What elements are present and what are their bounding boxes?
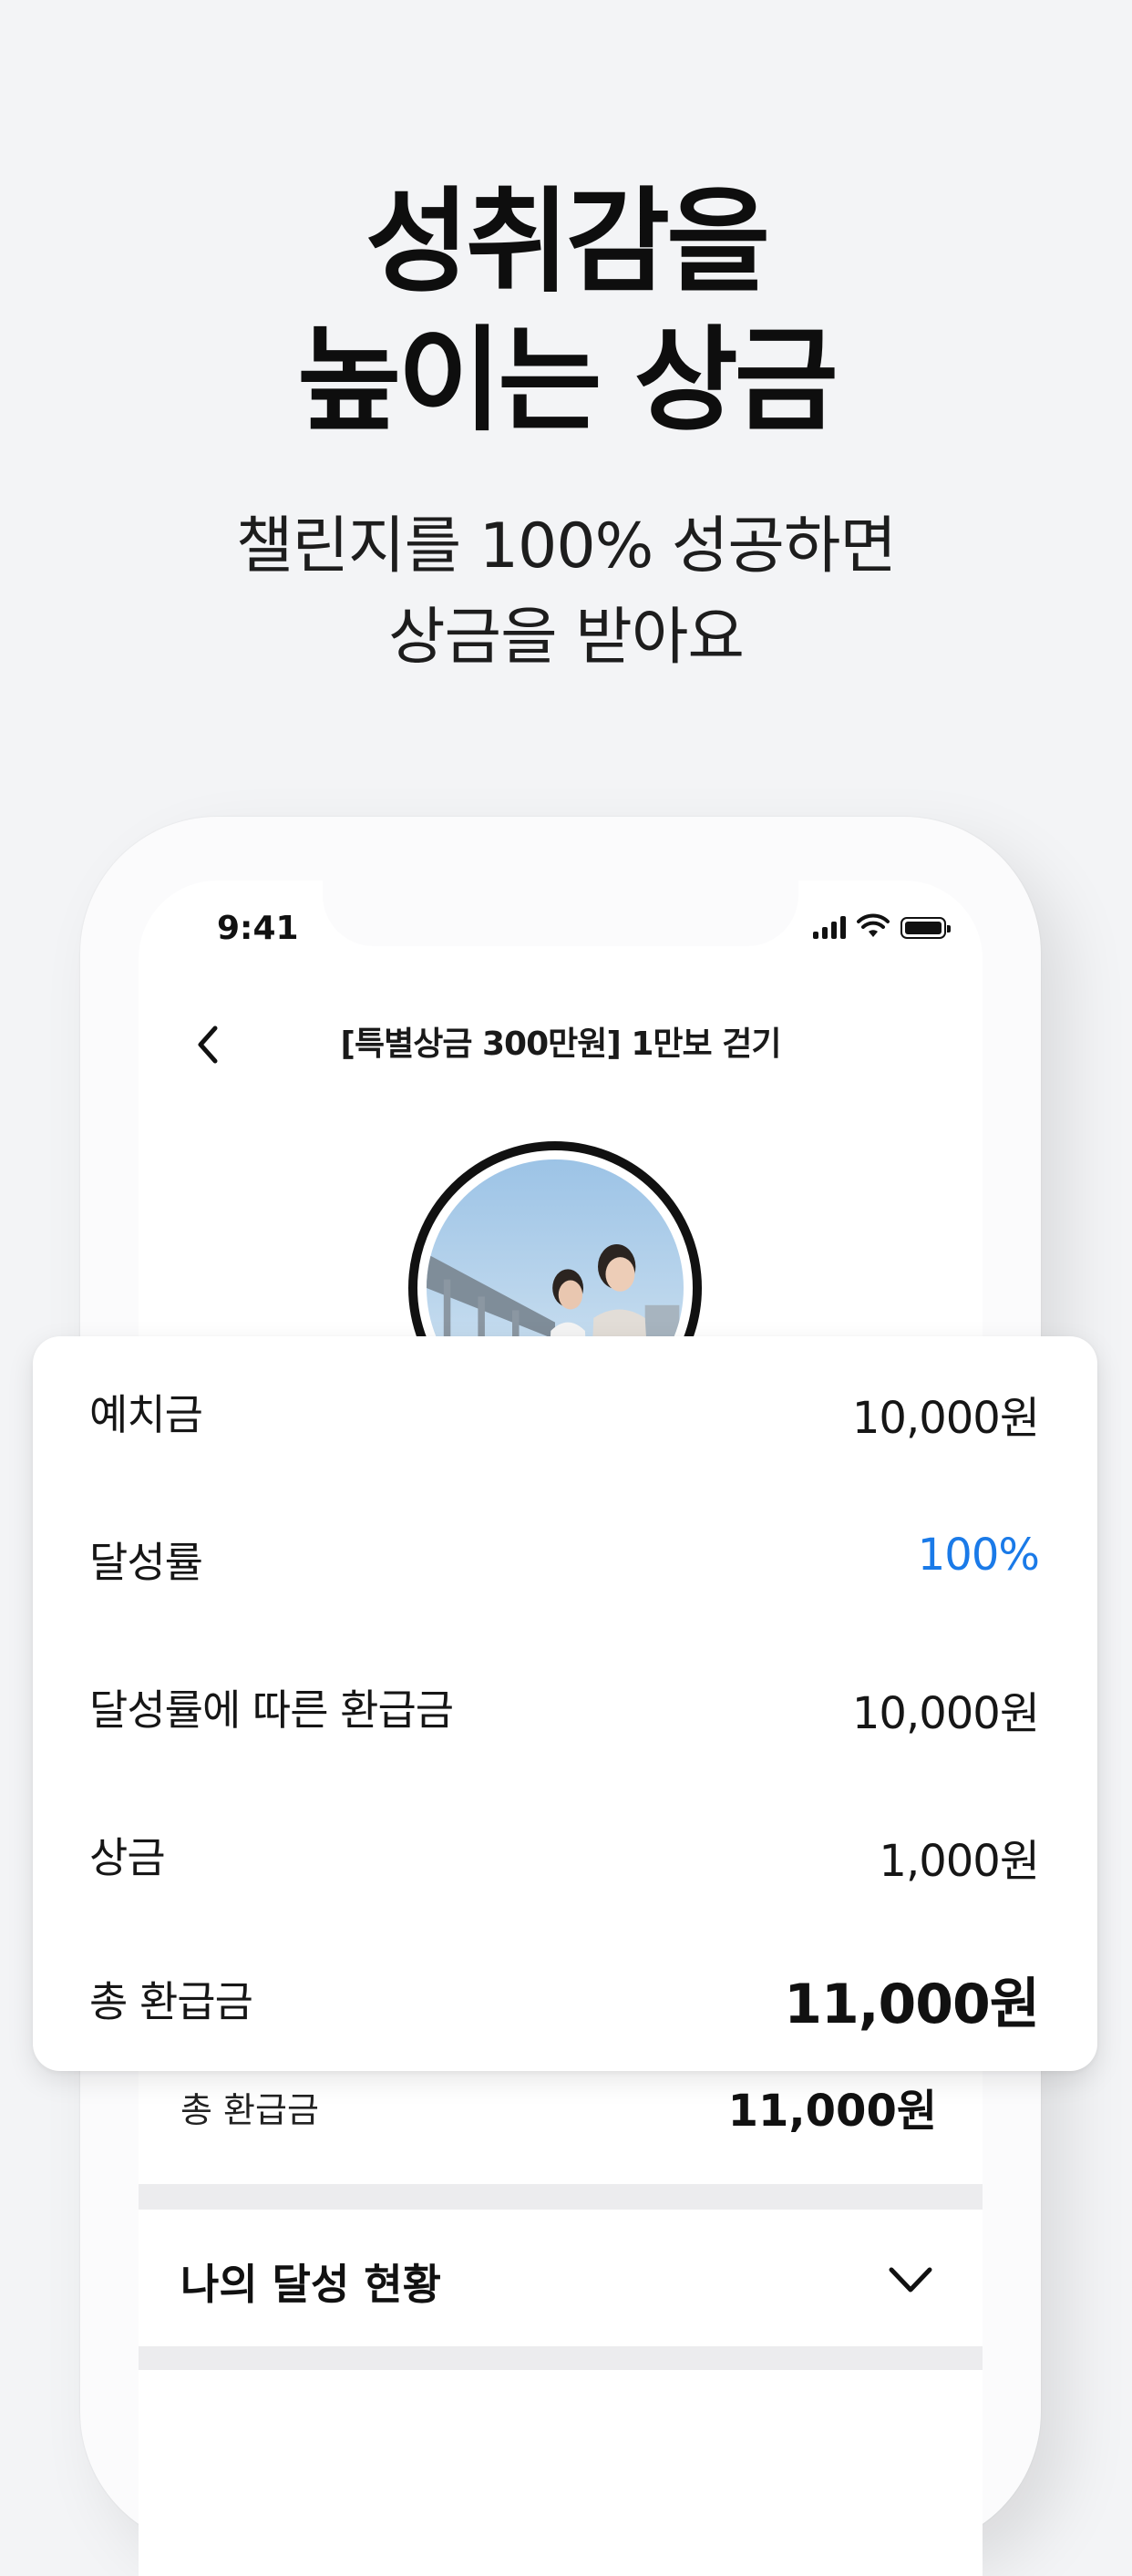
prize-value: 1,000원 (879, 1836, 1040, 1887)
chevron-down-icon[interactable] (884, 2253, 937, 2306)
my-status-label: 나의 달성 현황 (180, 2260, 441, 2309)
subline-line-1: 챌린지를 100% 성공하면 (235, 510, 897, 582)
achievement-rate-row: 달성률 100% (33, 1484, 1097, 1632)
status-time: 9:41 (217, 910, 299, 947)
prize-label: 상금 (89, 1833, 166, 1882)
phone-notch (323, 881, 798, 946)
section-divider (139, 2346, 983, 2370)
prize-row: 상금 1,000원 (33, 1779, 1097, 1927)
section-divider (139, 2184, 983, 2210)
achievement-rate-value: 100% (917, 1530, 1040, 1581)
promo-subline: 챌린지를 100% 성공하면 상금을 받아요 (0, 501, 1132, 684)
promo-headline: 성취감을 높이는 상금 (0, 173, 1132, 450)
rate-refund-label: 달성률에 따른 환급금 (89, 1685, 454, 1735)
battery-icon (900, 917, 951, 939)
deposit-label: 예치금 (89, 1390, 203, 1439)
headline-line-1: 성취감을 (365, 177, 770, 308)
refund-summary-card: 예치금 10,000원 달성률 100% 달성률에 따른 환급금 10,000원… (33, 1336, 1097, 2071)
signal-icon (813, 915, 846, 939)
screen-total-refund-label: 총 환급금 (180, 2090, 319, 2130)
deposit-value: 10,000원 (851, 1393, 1040, 1444)
total-refund-label: 총 환급금 (89, 1977, 253, 2026)
nav-bar: [특별상금 300만원] 1만보 걷기 (139, 999, 983, 1090)
challenge-title: [특별상금 300만원] 1만보 걷기 (340, 1025, 782, 1063)
deposit-row: 예치금 10,000원 (33, 1336, 1097, 1484)
total-refund-row: 총 환급금 11,000원 (33, 1923, 1097, 2071)
screen-total-refund-value: 11,000원 (727, 2086, 937, 2137)
wifi-icon (857, 913, 890, 937)
rate-refund-row: 달성률에 따른 환급금 10,000원 (33, 1632, 1097, 1779)
my-status-accordion[interactable]: 나의 달성 현황 (139, 2210, 983, 2346)
rate-refund-value: 10,000원 (851, 1688, 1040, 1739)
subline-line-2: 상금을 받아요 (388, 602, 745, 674)
back-arrow-icon[interactable] (184, 1019, 235, 1070)
total-refund-value: 11,000원 (784, 1973, 1040, 2036)
status-icons (813, 913, 951, 939)
headline-line-2: 높이는 상금 (297, 315, 839, 447)
achievement-rate-label: 달성률 (89, 1538, 203, 1587)
